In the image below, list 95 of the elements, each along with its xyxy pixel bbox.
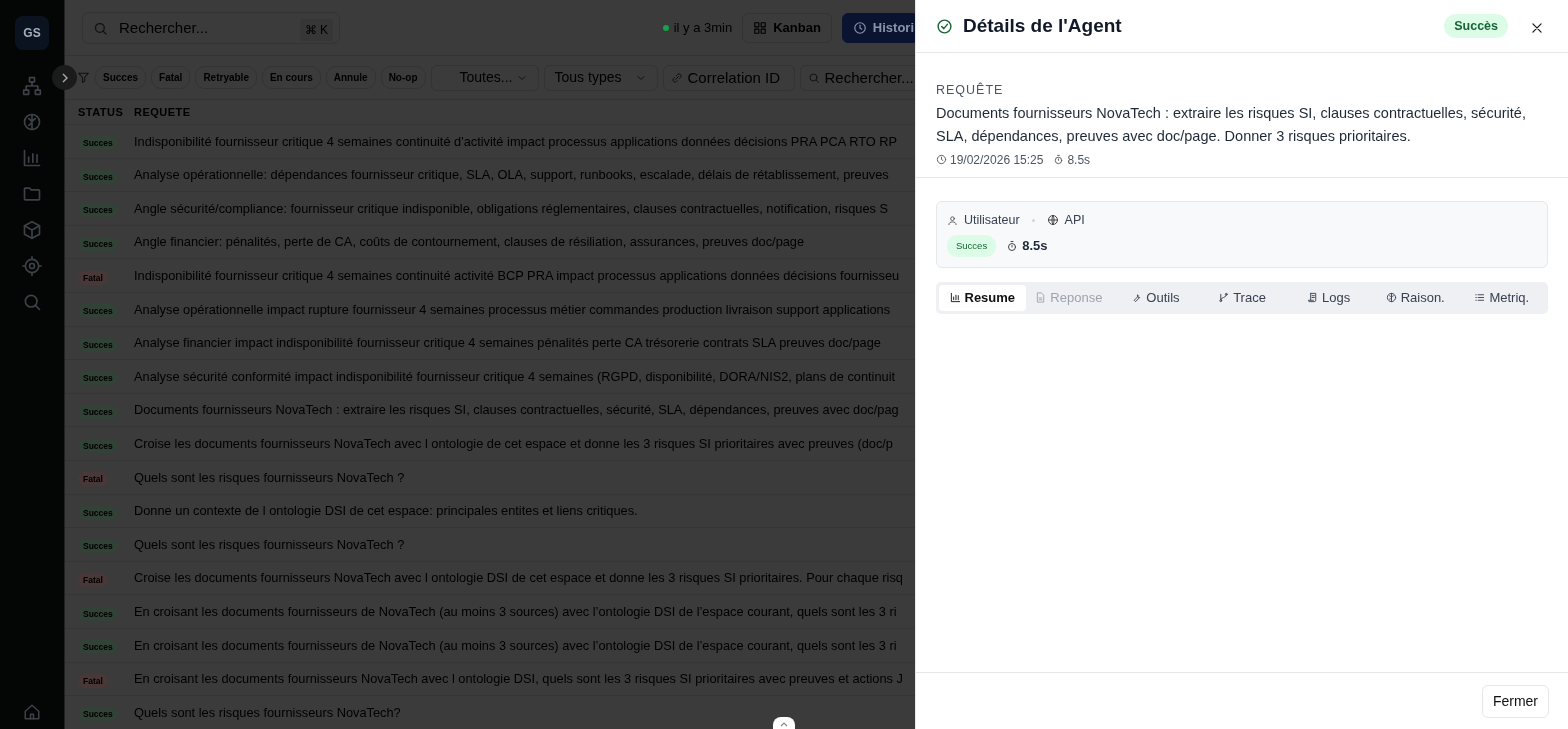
tab[interactable]: Trace bbox=[1198, 284, 1286, 311]
column-header: REQUETE bbox=[134, 104, 191, 120]
request-text: Quels sont les risques fournisseurs NovaTech? bbox=[134, 703, 401, 722]
status-badge: Succes bbox=[78, 707, 118, 722]
sitemap-icon[interactable] bbox=[22, 76, 42, 96]
status-badge: Succes bbox=[78, 304, 118, 319]
list-icon bbox=[1474, 292, 1486, 304]
status-badge: Succes bbox=[78, 438, 118, 453]
request-text: Quels sont les risques fournisseurs NovaTech ? bbox=[134, 535, 405, 554]
status-badge: Fatal bbox=[78, 573, 108, 587]
status-badge: Fatal bbox=[78, 472, 108, 487]
request-text: Croise les documents fournisseurs NovaTech avec l ontologie DSI de cet espace et donne les 3 risques SI prioritaires. Pour chaque risq bbox=[134, 569, 903, 588]
correlation-id-field[interactable]: Correlation ID bbox=[662, 64, 795, 91]
scroll-icon bbox=[1307, 292, 1318, 304]
separator-dot-icon bbox=[1031, 218, 1035, 222]
status-badge: Fatal bbox=[78, 673, 108, 688]
home-icon[interactable] bbox=[23, 703, 41, 721]
timer-icon bbox=[1053, 154, 1065, 166]
user-icon bbox=[947, 214, 958, 226]
history-icon bbox=[852, 20, 867, 35]
source-text: Utilisateur bbox=[964, 211, 1020, 229]
duration-text: 8.5s bbox=[1067, 151, 1091, 169]
status-badge: Succes bbox=[78, 169, 118, 184]
timer-icon bbox=[1006, 239, 1019, 252]
section-label: REQUÊTE bbox=[936, 81, 1005, 99]
drawer-title: Détails de l'Agent bbox=[963, 13, 1122, 38]
tab[interactable]: Outils bbox=[1112, 284, 1199, 311]
view-button[interactable]: Histori bbox=[841, 12, 915, 43]
tab[interactable]: Logs bbox=[1285, 284, 1372, 311]
wrench-icon bbox=[1131, 292, 1143, 304]
filter-chip[interactable]: Retryable bbox=[195, 66, 257, 89]
request-text: Analyse financier impact indisponibilité fournisseur critique 4 semaines pénalités perte CA trésorerie contrats SLA preuves doc/page bbox=[134, 334, 881, 353]
close-button[interactable]: Fermer bbox=[1481, 684, 1549, 718]
status-badge: Succes bbox=[78, 505, 118, 520]
check-circle-icon bbox=[936, 17, 953, 35]
bar-chart-icon[interactable] bbox=[22, 148, 42, 168]
search-field[interactable]: Rechercher... bbox=[799, 64, 915, 91]
status-badge: Succes bbox=[78, 640, 118, 655]
bar-chart-icon bbox=[949, 292, 961, 304]
request-text: Documents fournisseurs NovaTech : extraire les risques SI, clauses contractuelles, sécurité, SLA, dépendances, preuves avec doc/page. Donner 3 risques prioritaires. bbox=[936, 103, 1527, 146]
request-text: Angle financier: pénalités, perte de CA, coûts de contournement, clauses de résiliation, assurances, preuves doc/page bbox=[134, 233, 805, 252]
search-icon[interactable] bbox=[22, 292, 42, 312]
request-text: Indisponibilité fournisseur critique 4 semaines continuité d'activité impact processus applications données décisions PRA PCA RTO RP bbox=[134, 132, 898, 151]
tab[interactable]: Resume bbox=[939, 284, 1026, 311]
cube-icon[interactable] bbox=[22, 220, 42, 240]
filter-icon bbox=[77, 71, 90, 84]
document-icon bbox=[1035, 292, 1047, 304]
branch-icon bbox=[1218, 292, 1230, 304]
close-icon bbox=[1530, 20, 1544, 35]
link-icon bbox=[670, 71, 683, 84]
filter-chip[interactable]: Succes bbox=[95, 66, 147, 89]
clock-icon bbox=[936, 154, 947, 166]
channel-text: API bbox=[1064, 211, 1085, 229]
search-icon bbox=[807, 71, 820, 84]
status-badge: Succes bbox=[78, 237, 118, 252]
request-text: Analyse opérationnelle: dépendances fournisseur critique, SLA, OLA, support, runbooks, escalade, délais de rétablissement, preuves bbox=[134, 166, 889, 185]
request-text: En croisant les documents fournisseurs NovaTech avec l ontologie DSI, quels sont les 3 risques SI prioritaires avec preuves et actions J bbox=[134, 670, 903, 689]
status-badge: Succes bbox=[78, 606, 118, 621]
scroll-up-button[interactable] bbox=[773, 717, 795, 729]
status-badge: Succes bbox=[78, 371, 118, 386]
globe-icon bbox=[1046, 214, 1059, 227]
request-text: Indisponibilité fournisseur critique 4 semaines continuité activité BCP PRA impact processus applications données décisions fournisseu bbox=[134, 267, 900, 286]
status-dot-icon bbox=[662, 24, 669, 31]
tab[interactable]: Metriq. bbox=[1458, 284, 1546, 311]
status-badge: Succes bbox=[78, 405, 118, 420]
chevron-up-icon bbox=[780, 721, 788, 727]
status-badge: Succes bbox=[78, 337, 118, 352]
view-button[interactable]: Kanban bbox=[742, 12, 832, 43]
request-text: Quels sont les risques fournisseurs NovaTech ? bbox=[134, 468, 405, 487]
request-text: Croise les documents fournisseurs NovaTech avec l ontologie de cet espace et donne les 3 risques SI prioritaires avec preuves (doc/p bbox=[134, 435, 893, 454]
request-text: Analyse opérationnelle impact rupture fournisseur 4 semaines processus métier commandes production livraison support applications bbox=[134, 300, 891, 319]
status-badge: Succes bbox=[78, 136, 118, 151]
filter-chip[interactable]: Annule bbox=[325, 66, 376, 89]
column-header: STATUS bbox=[78, 104, 125, 120]
tab[interactable]: Raison. bbox=[1371, 284, 1459, 311]
logo[interactable]: GS bbox=[15, 16, 49, 50]
date-text: 19/02/2026 15:25 bbox=[950, 151, 1044, 169]
search-icon bbox=[93, 20, 108, 36]
status-badge: Succes bbox=[78, 203, 118, 218]
folder-icon[interactable] bbox=[22, 184, 42, 204]
filter-chip[interactable]: Fatal bbox=[151, 66, 191, 89]
filter-chip[interactable]: No-op bbox=[380, 66, 426, 89]
filter-chip[interactable]: En cours bbox=[261, 66, 321, 89]
status-badge: Succès bbox=[1444, 13, 1508, 39]
dropdown[interactable]: Toutes... bbox=[430, 64, 539, 91]
request-text: Angle sécurité/compliance: fournisseur critique indisponible, obligations réglementaires, clauses contractuelles, notification, risques S bbox=[134, 199, 888, 218]
request-text: Analyse sécurité conformité impact indisponibilité fournisseur critique 4 semaines (RGPD, disponibilité, DORA/NIS2, plans de continuit bbox=[134, 367, 896, 386]
dropdown[interactable]: Tous types bbox=[543, 64, 658, 91]
settings-icon[interactable] bbox=[22, 256, 42, 276]
grid-icon bbox=[753, 20, 768, 35]
status-badge: Fatal bbox=[78, 270, 108, 285]
request-text: Documents fournisseurs NovaTech : extraire les risques SI, clauses contractuelles, sécurité, SLA, dépendances, preuves avec doc/pag bbox=[134, 401, 899, 420]
status-badge: Succes bbox=[78, 539, 118, 554]
status-badge: Succes bbox=[947, 234, 997, 257]
duration-text: 8.5s bbox=[1022, 236, 1048, 255]
